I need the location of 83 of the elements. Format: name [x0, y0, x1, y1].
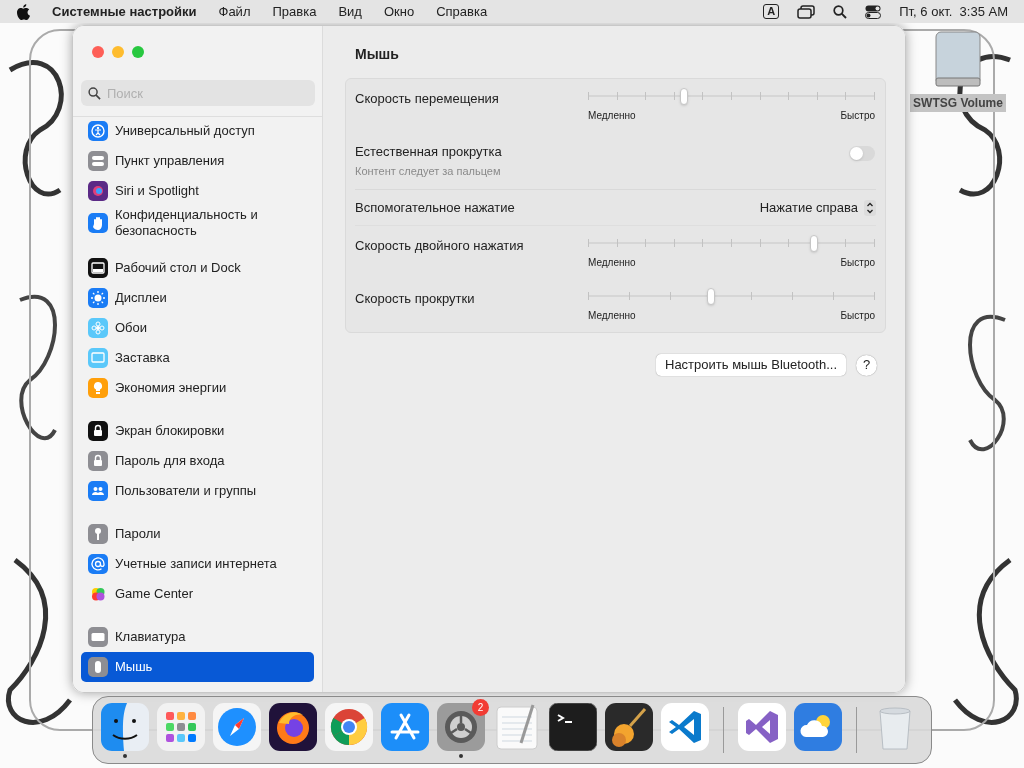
popup-button[interactable]: Нажатие справа: [759, 197, 876, 218]
accessibility-icon: [88, 121, 108, 141]
people-icon: [88, 481, 108, 501]
sidebar-item[interactable]: Game Center: [81, 579, 314, 609]
apple-icon[interactable]: [16, 3, 30, 20]
menu-item[interactable]: Окно: [383, 1, 415, 22]
help-button[interactable]: ?: [856, 354, 877, 376]
sidebar-item[interactable]: Siri и Spotlight: [81, 176, 314, 206]
vscode-icon[interactable]: [661, 702, 709, 751]
finder-icon[interactable]: [101, 702, 149, 751]
setting-label: Вспомогательное нажатие: [355, 198, 515, 217]
sidebar-item[interactable]: Учетные записи интернета: [81, 549, 314, 579]
slider-thumb[interactable]: [680, 88, 689, 105]
lock-icon: [88, 451, 108, 471]
sidebar-item[interactable]: Дисплеи: [81, 283, 314, 313]
sidebar-item[interactable]: Клавиатура: [81, 622, 314, 652]
sidebar-item[interactable]: Мышь: [81, 652, 314, 682]
menu-item[interactable]: Справка: [436, 1, 488, 22]
slider-thumb[interactable]: [809, 235, 818, 252]
sidebar-item[interactable]: Пункт управления: [81, 146, 314, 176]
app-name[interactable]: Системные настройки: [52, 1, 197, 22]
windows-icon[interactable]: [797, 4, 816, 19]
lock-icon: [88, 421, 108, 441]
setting-label: Скорость перемещения: [355, 90, 499, 108]
toggles-icon: [88, 151, 108, 171]
flower-icon: [88, 318, 108, 338]
screen-icon: [88, 348, 108, 368]
sidebar-item[interactable]: Универсальный доступ: [81, 116, 314, 146]
search-icon: [88, 87, 101, 100]
orb-icon: [88, 181, 108, 201]
sidebar-item[interactable]: Пароли: [81, 519, 314, 549]
input-source-indicator[interactable]: A: [763, 4, 780, 19]
slider-max-label: Быстро: [840, 256, 875, 270]
sidebar-item[interactable]: Пользователи и группы: [81, 476, 314, 506]
compass-icon[interactable]: [213, 702, 261, 751]
hand-icon: [88, 213, 108, 233]
slider-min-label: Медленно: [588, 109, 636, 123]
toggle-switch[interactable]: [849, 146, 875, 161]
sidebar-item[interactable]: Конфиденциальность и безопасность: [81, 206, 314, 240]
notification-badge: 2: [472, 698, 489, 716]
fox-globe-icon[interactable]: [269, 702, 317, 751]
setting-label: Скорость двойного нажатия: [355, 237, 524, 255]
control-center-icon[interactable]: [865, 4, 882, 19]
dock-icon: [88, 258, 108, 278]
keyboard-icon: [88, 627, 108, 647]
sidebar-item[interactable]: Экран блокировки: [81, 416, 314, 446]
gear-icon[interactable]: [437, 702, 485, 751]
window-title: Мышь: [354, 45, 400, 64]
setting-description: Контент следует за пальцем: [355, 163, 502, 179]
sidebar-item[interactable]: Пароль для входа: [81, 446, 314, 476]
menu-item[interactable]: Правка: [272, 1, 317, 22]
sidebar-item[interactable]: Обои: [81, 313, 314, 343]
chrome-icon[interactable]: [325, 702, 373, 751]
bluetooth-mouse-button[interactable]: Настроить мышь Bluetooth...: [656, 354, 846, 376]
desktop-icon-label[interactable]: SWTSG Volume: [910, 94, 1006, 112]
visual-studio-icon[interactable]: [738, 702, 786, 751]
slider-max-label: Быстро: [840, 109, 875, 123]
sidebar-item[interactable]: Заставка: [81, 343, 314, 373]
stepper-chevron-icon: [864, 199, 876, 216]
mouse-icon: [88, 657, 108, 677]
search-icon[interactable]: [833, 4, 848, 19]
sidebar-item[interactable]: Рабочий стол и Dock: [81, 253, 314, 283]
key-icon: [88, 524, 108, 544]
terminal-icon[interactable]: [549, 702, 597, 751]
notepad-pen-icon[interactable]: [493, 702, 541, 751]
app-grid-icon[interactable]: [157, 702, 205, 751]
slider-min-label: Медленно: [588, 309, 636, 323]
lightbulb-icon: [88, 378, 108, 398]
app-store-icon[interactable]: [381, 702, 429, 751]
slider-min-label: Медленно: [588, 256, 636, 270]
setting-label: Естественная прокрутка: [355, 143, 502, 161]
close-button[interactable]: [92, 46, 104, 58]
menu-item[interactable]: Файл: [218, 1, 251, 22]
weather-icon[interactable]: [794, 702, 842, 751]
clock[interactable]: Пт, 6 окт. 3:35 AM: [899, 1, 1008, 22]
menu-item[interactable]: Вид: [338, 1, 362, 22]
slider-max-label: Быстро: [840, 309, 875, 323]
guitar-icon[interactable]: [605, 702, 653, 751]
at-sign-icon: [88, 554, 108, 574]
slider-thumb[interactable]: [706, 288, 715, 305]
setting-label: Скорость прокрутки: [355, 290, 475, 308]
sun-icon: [88, 288, 108, 308]
sidebar-item[interactable]: Экономия энергии: [81, 373, 314, 403]
